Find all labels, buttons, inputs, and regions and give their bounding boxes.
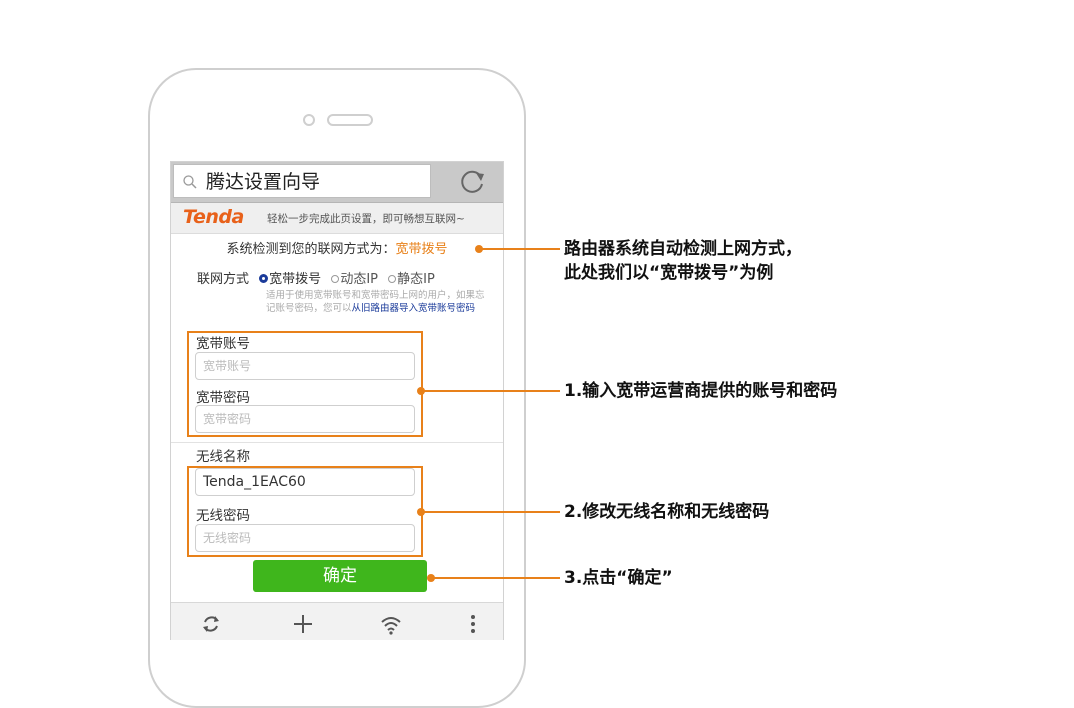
brand-slogan: 轻松一步完成此页设置，即可畅想互联网~ <box>267 213 465 225</box>
callout-step-3: 3.点击“确定” <box>564 568 673 588</box>
wireless-password-label: 无线密码 <box>196 508 250 524</box>
connection-mode-label: 联网方式 <box>197 272 250 287</box>
detected-mode-label: 系统检测到您的联网方式为： <box>226 242 396 257</box>
callout-line-1 <box>422 390 560 392</box>
password-input[interactable]: 宽带密码 <box>195 405 415 433</box>
account-input[interactable]: 宽带账号 <box>195 352 415 380</box>
browser-toolbar <box>171 602 503 640</box>
more-icon[interactable] <box>461 612 485 636</box>
tenda-logo: Tenda <box>183 206 244 228</box>
radio-dhcp[interactable] <box>331 274 340 283</box>
phone-screen: 腾达设置向导 Tenda 轻松一步完成此页设置，即可畅想互联网~ 系统检测到您的… <box>170 161 504 640</box>
connection-mode-row: 联网方式 宽带拨号 动态IP 静态IP <box>197 268 435 287</box>
address-field[interactable]: 腾达设置向导 <box>173 164 431 198</box>
callout-step-2: 2.修改无线名称和无线密码 <box>564 502 770 522</box>
wireless-password-input[interactable]: 无线密码 <box>195 524 415 552</box>
radio-static[interactable] <box>388 274 397 283</box>
detected-mode-text: 系统检测到您的联网方式为：宽带拨号 <box>171 238 503 257</box>
callout-step-1: 1.输入宽带运营商提供的账号和密码 <box>564 381 838 401</box>
search-icon <box>183 175 197 189</box>
callout-detect-line2: 此处我们以“宽带拨号”为例 <box>564 263 774 283</box>
radio-pppoe[interactable] <box>259 274 269 283</box>
callout-line-3 <box>432 577 560 579</box>
account-label: 宽带账号 <box>196 336 250 352</box>
callout-detect-line1: 路由器系统自动检测上网方式， <box>564 239 802 259</box>
callout-line-2 <box>422 511 560 513</box>
page-title: 腾达设置向导 <box>206 171 321 193</box>
sync-icon[interactable] <box>199 612 223 636</box>
browser-address-bar: 腾达设置向导 <box>171 162 503 203</box>
callout-line-detect <box>480 248 560 250</box>
ssid-input[interactable]: Tenda_1EAC60 <box>195 468 415 496</box>
wifi-icon[interactable] <box>379 612 403 636</box>
ssid-label: 无线名称 <box>196 449 250 465</box>
password-label: 宽带密码 <box>196 390 250 406</box>
pppoe-hint: 适用于使用宽带账号和宽带密码上网的用户，如果忘记账号密码，您可以从旧路由器导入宽… <box>266 289 491 315</box>
refresh-icon[interactable] <box>457 167 487 197</box>
radio-dhcp-label[interactable]: 动态IP <box>340 272 378 287</box>
section-divider <box>171 442 503 443</box>
confirm-button[interactable]: 确定 <box>253 560 427 592</box>
detected-mode-value: 宽带拨号 <box>395 242 448 257</box>
camera-dot <box>303 114 315 126</box>
import-account-link[interactable]: 从旧路由器导入宽带账号密码 <box>352 303 476 314</box>
speaker-slot <box>327 114 373 126</box>
radio-pppoe-label[interactable]: 宽带拨号 <box>269 272 321 287</box>
brand-header: Tenda 轻松一步完成此页设置，即可畅想互联网~ <box>171 203 503 234</box>
radio-static-label[interactable]: 静态IP <box>397 272 435 287</box>
plus-icon[interactable] <box>291 612 315 636</box>
